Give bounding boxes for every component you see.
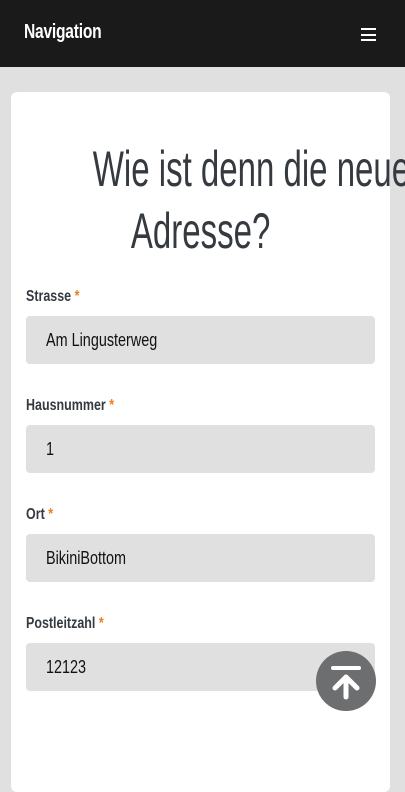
title-line-2: Adresse?	[130, 203, 271, 259]
field-label: Ort *	[26, 506, 54, 523]
title-line-1: Wie ist denn die neue	[92, 141, 405, 197]
house-number-input[interactable]: 1	[26, 425, 375, 473]
field-label: Strasse *	[26, 288, 80, 305]
field-label: Hausnummer *	[26, 397, 115, 414]
navbar: Navigation	[0, 0, 405, 67]
hamburger-icon[interactable]	[361, 28, 376, 41]
page-title: Wie ist denn die neue Adresse?	[11, 138, 405, 262]
house-number-field: Hausnummer * 1	[26, 397, 375, 473]
nav-brand[interactable]: Navigation	[24, 21, 102, 44]
city-field: Ort * BikiniBottom	[26, 506, 375, 582]
arrow-up-to-line-icon	[331, 666, 361, 700]
city-input[interactable]: BikiniBottom	[26, 534, 375, 582]
back-to-top-button[interactable]	[316, 651, 376, 711]
street-field: Strasse * Am Lingusterweg	[26, 288, 375, 364]
street-input[interactable]: Am Lingusterweg	[26, 316, 375, 364]
field-label: Postleitzahl *	[26, 615, 104, 632]
